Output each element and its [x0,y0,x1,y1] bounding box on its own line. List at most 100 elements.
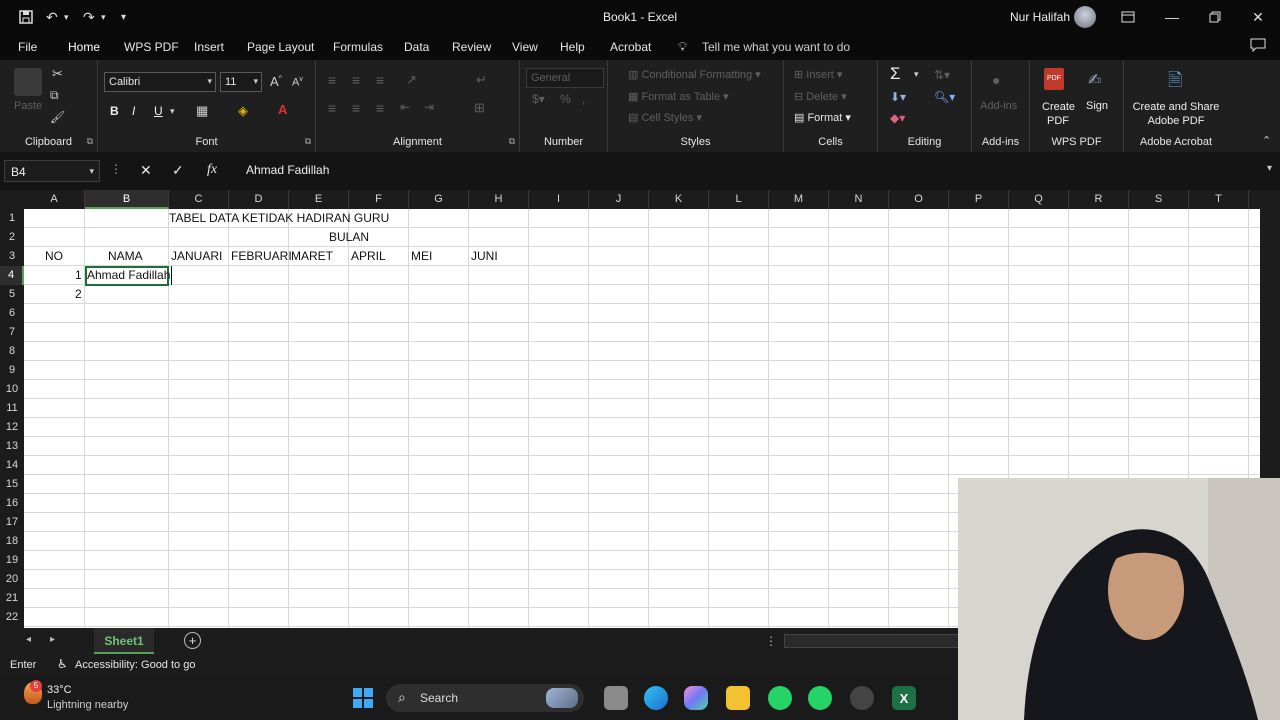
column-header-o[interactable]: O [889,190,949,209]
grow-font-icon[interactable]: A^ [270,74,282,89]
row-header-14[interactable]: 14 [0,456,24,475]
find-select-icon[interactable]: 🔍︎▾ [934,90,955,104]
copilot-icon[interactable] [684,686,708,710]
chevron-down-icon[interactable]: ▾ [914,69,919,80]
column-header-q[interactable]: Q [1009,190,1069,209]
row-header-22[interactable]: 22 [0,608,24,627]
autosum-icon[interactable]: Σ [890,64,901,84]
redo-icon[interactable]: ↷ [83,8,95,26]
fill-color-icon[interactable]: ◈ [238,103,248,119]
prev-sheet-icon[interactable]: ◂ [26,634,31,645]
row-header-11[interactable]: 11 [0,399,24,418]
undo-icon[interactable]: ↶ [46,8,58,26]
column-header-l[interactable]: L [709,190,769,209]
sign-button[interactable]: Sign [1086,100,1108,112]
row-header-20[interactable]: 20 [0,570,24,589]
customize-quick-access-icon[interactable]: ▾ [121,8,126,26]
accessibility-status[interactable]: Accessibility: Good to go [75,659,195,671]
align-center-icon[interactable]: ≡ [352,100,360,116]
cell-styles-button[interactable]: ▤ Cell Styles ▾ [628,111,702,124]
conditional-formatting-button[interactable]: ▥ Conditional Formatting ▾ [628,68,761,81]
cell-c1-title[interactable]: TABEL DATA KETIDAK HADIRAN GURU [169,209,389,228]
row-header-5[interactable]: 5 [0,285,24,304]
weather-temp[interactable]: 33°C [47,684,72,696]
wrap-text-icon[interactable]: ↵ [476,72,487,88]
fill-icon[interactable]: ⬇▾ [890,90,906,104]
bottom-align-icon[interactable]: ≡ [376,72,384,88]
name-box[interactable]: B4 ▾ [4,160,100,182]
merge-center-icon[interactable]: ⊞ [474,100,485,116]
cell-b3-nama[interactable]: NAMA [108,247,143,266]
confirm-entry-icon[interactable]: ✓ [172,162,184,179]
ribbon-display-icon[interactable] [1113,6,1143,28]
cell-d3-month[interactable]: FEBRUARI [231,247,292,266]
tab-wps-pdf[interactable]: WPS PDF [124,40,179,54]
orientation-icon[interactable]: ↗ [406,72,417,88]
tab-acrobat[interactable]: Acrobat [610,40,651,54]
column-header-b[interactable]: B [85,190,169,209]
number-format-select[interactable]: General [526,68,604,88]
column-header-k[interactable]: K [649,190,709,209]
sign-icon[interactable]: ✍︎ [1088,70,1101,90]
cell-a3-no[interactable]: NO [45,247,63,266]
row-header-17[interactable]: 17 [0,513,24,532]
whatsapp-business-icon[interactable] [768,686,792,710]
delete-cells-button[interactable]: ⊟ Delete ▾ [794,90,847,103]
alignment-launcher-icon[interactable]: ⧉ [509,136,515,147]
more-icon[interactable]: ⋮ [765,634,777,648]
paste-button[interactable]: Paste [14,100,42,112]
row-header-8[interactable]: 8 [0,342,24,361]
taskbar-search[interactable]: ⌕ Search [386,684,584,712]
format-cells-button[interactable]: ▤ Format ▾ [794,111,851,124]
cell-g3-month[interactable]: MEI [411,247,432,266]
cell-f3-month[interactable]: APRIL [351,247,386,266]
more-options-icon[interactable]: ⋮ [110,162,122,176]
column-header-f[interactable]: F [349,190,409,209]
row-header-12[interactable]: 12 [0,418,24,437]
column-header-i[interactable]: I [529,190,589,209]
row-header-19[interactable]: 19 [0,551,24,570]
row-header-13[interactable]: 13 [0,437,24,456]
row-header-18[interactable]: 18 [0,532,24,551]
cancel-entry-icon[interactable]: ✕ [140,162,152,179]
font-size-select[interactable]: 11 ▾ [220,72,262,92]
redo-dropdown-icon[interactable]: ▾ [101,8,106,26]
cell-a4-no[interactable]: 1 [75,266,82,285]
insert-cells-button[interactable]: ⊞ Insert ▾ [794,68,842,81]
lightbulb-icon[interactable]: 💡︎ [678,39,687,55]
cell-h3-month[interactable]: JUNI [471,247,498,266]
close-icon[interactable]: ✕ [1243,6,1273,28]
align-right-icon[interactable]: ≡ [376,100,384,116]
column-header-d[interactable]: D [229,190,289,209]
cell-e2-bulan[interactable]: BULAN [329,228,369,247]
row-header-15[interactable]: 15 [0,475,24,494]
accounting-icon[interactable]: $▾ [532,92,545,106]
copy-icon[interactable]: ⧉ [50,88,59,103]
decrease-indent-icon[interactable]: ⇤ [400,100,410,114]
column-header-h[interactable]: H [469,190,529,209]
bold-button[interactable]: B [110,104,119,118]
row-header-9[interactable]: 9 [0,361,24,380]
align-left-icon[interactable]: ≡ [328,100,336,116]
increase-indent-icon[interactable]: ⇥ [424,100,434,114]
restore-icon[interactable] [1200,6,1230,28]
shrink-font-icon[interactable]: Av [292,76,303,89]
chrome-icon[interactable] [850,686,874,710]
tab-insert[interactable]: Insert [194,40,224,54]
cell-c3-month[interactable]: JANUARI [171,247,222,266]
task-view-icon[interactable] [604,686,628,710]
column-header-r[interactable]: R [1069,190,1129,209]
tell-me-search[interactable]: Tell me what you want to do [702,40,850,54]
column-header-s[interactable]: S [1129,190,1189,209]
cut-icon[interactable]: ✂ [52,66,63,82]
tab-page-layout[interactable]: Page Layout [247,40,314,54]
addins-button[interactable]: Add-ins [980,100,1017,112]
column-header-n[interactable]: N [829,190,889,209]
avatar[interactable] [1074,6,1096,28]
paste-icon[interactable] [14,68,42,96]
column-header-t[interactable]: T [1189,190,1249,209]
middle-align-icon[interactable]: ≡ [352,72,360,88]
pdf-icon[interactable]: PDF [1044,68,1064,90]
expand-formula-icon[interactable]: ▾ [1267,163,1272,174]
comma-icon[interactable]: , [582,92,585,106]
